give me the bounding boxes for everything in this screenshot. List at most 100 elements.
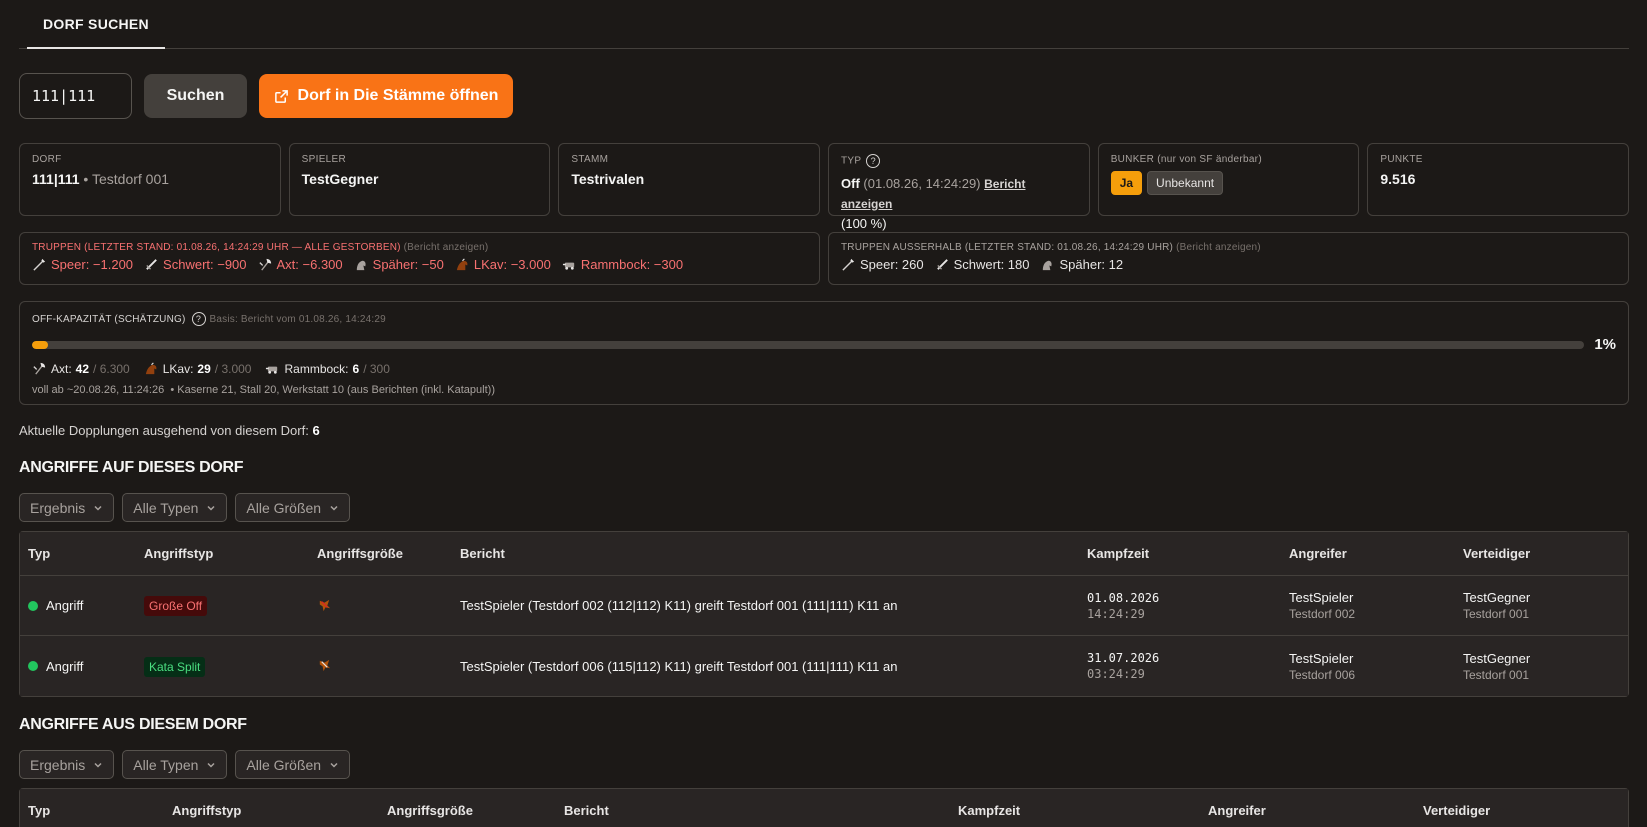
- filter-label: Ergebnis: [30, 756, 86, 773]
- scout-icon: [1043, 260, 1053, 271]
- bunker-yes-button[interactable]: Ja: [1110, 171, 1143, 195]
- village-type: Off: [841, 176, 860, 191]
- troops-row: TRUPPEN (LETZTER STAND: 01.08.26, 14:24:…: [19, 232, 1629, 285]
- help-icon[interactable]: ?: [191, 312, 206, 326]
- filter-groessen[interactable]: Alle Größen: [235, 750, 351, 779]
- card-label: TYP: [841, 155, 862, 167]
- ram-icon: [562, 262, 575, 270]
- defender-village[interactable]: Testdorf 001: [1463, 668, 1620, 682]
- attack-type: Angriff: [46, 658, 84, 674]
- card-label: BUNKER: [1110, 154, 1155, 165]
- troops-box: TRUPPEN (LETZTER STAND: 01.08.26, 14:24:…: [19, 232, 820, 285]
- capacity-max: / 3.000: [214, 361, 252, 376]
- search-button[interactable]: Suchen: [144, 74, 247, 118]
- column-header[interactable]: Typ: [20, 789, 164, 827]
- card-bunker: BUNKER (nur von SF änderbar) Ja Unbekann…: [1097, 143, 1360, 216]
- attacker-name[interactable]: TestSpieler: [1289, 590, 1447, 605]
- troops-outside-report-link[interactable]: (Bericht anzeigen): [1176, 242, 1261, 253]
- column-header[interactable]: Kampfzeit: [1079, 532, 1281, 576]
- column-header[interactable]: Kampfzeit: [950, 789, 1200, 827]
- attacks-out-filters: Ergebnis Alle Typen Alle Größen: [19, 750, 351, 779]
- capacity-value: 6: [352, 361, 360, 376]
- off-capacity-basis: Basis: Bericht vom 01.08.26, 14:24:29: [209, 313, 386, 325]
- help-icon[interactable]: ?: [866, 154, 881, 168]
- capacity-max: / 300: [363, 361, 390, 376]
- battle-date: 31.07.2026: [1087, 651, 1160, 665]
- open-village-button[interactable]: Dorf in Die Stämme öffnen: [259, 74, 513, 118]
- report-text[interactable]: TestSpieler (Testdorf 002 (112|112) K11)…: [452, 576, 1079, 636]
- coordinate-input[interactable]: [19, 73, 132, 119]
- ram-icon: [266, 366, 278, 374]
- attacker-village[interactable]: Testdorf 006: [1289, 668, 1447, 682]
- battle-time: 03:24:29: [1087, 667, 1145, 681]
- report-text[interactable]: TestSpieler (Testdorf 006 (115|112) K11)…: [452, 636, 1079, 696]
- troop-item: LKav: −3.000: [455, 257, 551, 272]
- column-header[interactable]: Angriffsgröße: [309, 532, 452, 576]
- column-header[interactable]: Angreifer: [1200, 789, 1415, 827]
- filter-label: Ergebnis: [30, 499, 86, 516]
- tribe-name[interactable]: Testrivalen: [571, 171, 807, 187]
- duplicates-label: Aktuelle Dopplungen ausgehend von diesem…: [19, 423, 309, 438]
- type-date: (01.08.26, 14:24:29): [863, 176, 981, 191]
- axe-icon: [258, 258, 271, 271]
- attack-size-icon: [319, 659, 331, 672]
- attack-type: Angriff: [46, 598, 84, 613]
- capacity-max: / 6.300: [93, 361, 130, 376]
- troops-report-link[interactable]: (Bericht anzeigen): [404, 242, 489, 253]
- troop-item: Speer: 260: [841, 257, 924, 272]
- defender-village[interactable]: Testdorf 001: [1463, 607, 1620, 621]
- capacity-label: Axt:: [51, 361, 72, 376]
- column-header[interactable]: Bericht: [452, 532, 1079, 576]
- village-coord: 111|111: [32, 171, 80, 187]
- troop-count: Speer: 260: [860, 257, 924, 272]
- column-header[interactable]: Angriffstyp: [136, 532, 309, 576]
- attacks-out-title: ANGRIFFE AUS DIESEM DORF: [19, 716, 247, 733]
- bunker-unknown-button[interactable]: Unbekannt: [1147, 171, 1224, 195]
- defender-name[interactable]: TestGegner: [1463, 651, 1620, 666]
- card-spieler: SPIELER TestGegner: [288, 143, 551, 216]
- troop-count: Schwert: 180: [953, 257, 1030, 272]
- duplicates-count: 6: [312, 423, 320, 438]
- filter-typen[interactable]: Alle Typen: [122, 750, 228, 779]
- chevron-down-icon: [207, 762, 215, 768]
- table-row[interactable]: Angriff Kata Split TestSpieler (Testdorf…: [20, 636, 1628, 696]
- troop-count: Schwert: −900: [163, 257, 247, 272]
- attacker-village[interactable]: Testdorf 002: [1289, 607, 1447, 621]
- off-capacity-box: OFF-KAPAZITÄT (SCHÄTZUNG)? Basis: Bericht…: [19, 301, 1629, 405]
- table-row[interactable]: Angriff Große Off TestSpieler (Testdorf …: [20, 576, 1628, 636]
- separator: •: [79, 171, 92, 187]
- column-header[interactable]: Angreifer: [1281, 532, 1455, 576]
- chevron-down-icon: [94, 505, 102, 511]
- tab-dorf-suchen[interactable]: DORF SUCHEN: [27, 0, 165, 49]
- filter-ergebnis[interactable]: Ergebnis: [19, 493, 115, 522]
- column-header[interactable]: Verteidiger: [1415, 789, 1628, 827]
- open-village-label: Dorf in Die Stämme öffnen: [297, 87, 499, 104]
- troop-item: Schwert: −900: [144, 257, 247, 272]
- card-dorf: DORF 111|111 • Testdorf 001: [19, 143, 281, 216]
- troop-item: Speer: −1.200: [32, 257, 133, 272]
- external-link-icon: [274, 89, 288, 103]
- attacker-name[interactable]: TestSpieler: [1289, 651, 1447, 666]
- attack-tag: Große Off: [144, 596, 208, 616]
- column-header[interactable]: Angriffstyp: [164, 789, 379, 827]
- defender-name[interactable]: TestGegner: [1463, 590, 1620, 605]
- column-header[interactable]: Bericht: [556, 789, 950, 827]
- capacity-value: 42: [75, 361, 90, 376]
- troop-item: Schwert: 180: [935, 257, 1030, 272]
- filter-groessen[interactable]: Alle Größen: [235, 493, 351, 522]
- page: DORF SUCHEN Suchen Dorf in Die Stämme öf…: [19, 0, 1630, 827]
- attack-tag: Kata Split: [144, 656, 206, 677]
- troop-count: Späher: −50: [372, 257, 444, 272]
- sword-icon: [146, 259, 157, 270]
- progress-fill: [32, 340, 48, 349]
- chevron-down-icon: [330, 762, 338, 768]
- card-label: SPIELER: [301, 154, 347, 165]
- filter-typen[interactable]: Alle Typen: [122, 493, 228, 522]
- player-name[interactable]: TestGegner: [302, 171, 538, 187]
- type-percent: (100 %): [841, 216, 887, 231]
- column-header[interactable]: Angriffsgröße: [379, 789, 556, 827]
- filter-ergebnis[interactable]: Ergebnis: [19, 750, 115, 779]
- attack-size-icon: [319, 599, 331, 611]
- column-header[interactable]: Verteidiger: [1455, 532, 1628, 576]
- column-header[interactable]: Typ: [20, 532, 136, 576]
